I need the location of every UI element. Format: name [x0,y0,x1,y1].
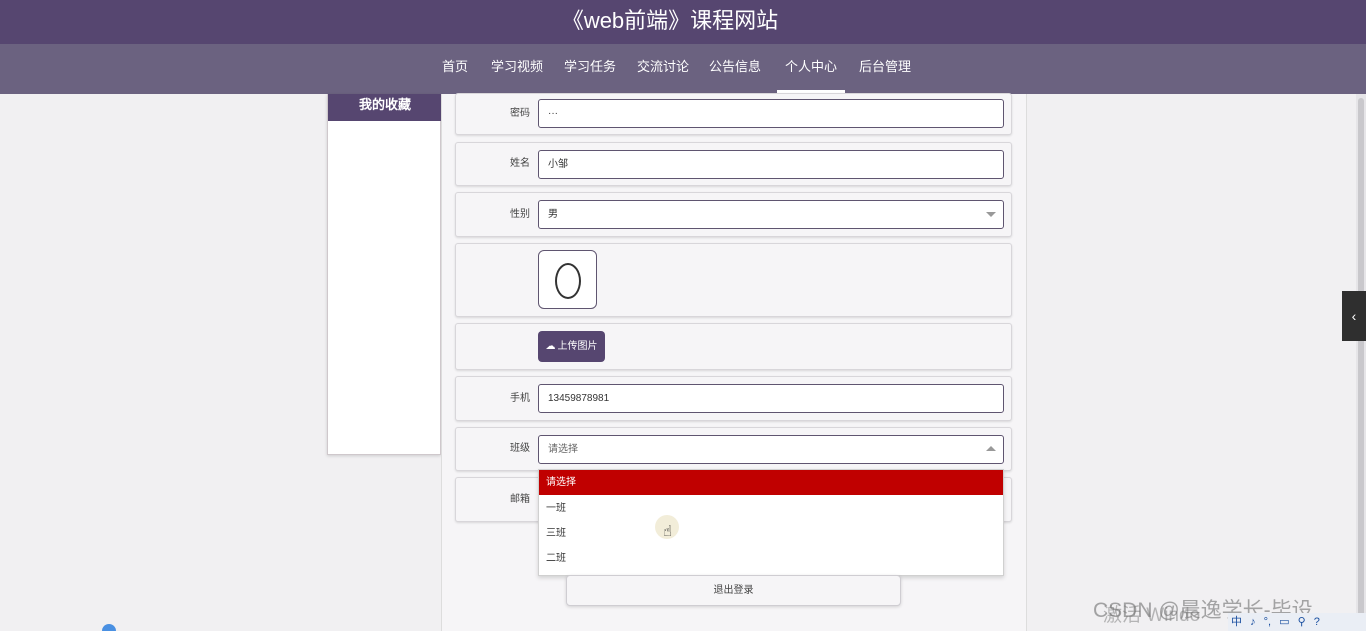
nav-item-admin[interactable]: 后台管理 [859,44,911,94]
password-field[interactable]: ··· [538,99,1004,128]
tray-item[interactable]: ⚲ [1298,616,1306,628]
sidebar-item-favorites[interactable]: 我的收藏 [328,94,442,121]
class-select[interactable]: 请选择 [538,435,1004,464]
tray-item[interactable]: ▭ [1279,616,1289,628]
class-option[interactable]: 一班 [539,496,1003,521]
chevron-down-icon [986,212,996,217]
scrollbar-thumb[interactable] [1358,98,1364,618]
nav-item-videos[interactable]: 学习视频 [491,44,543,94]
taskbar-dot-icon [102,624,116,631]
nav-item-announcements[interactable]: 公告信息 [709,44,761,94]
password-label: 密码 [510,108,530,119]
gender-select-value: 男 [548,209,558,220]
email-label: 邮箱 [510,494,530,505]
class-label: 班级 [510,443,530,454]
class-option[interactable]: 二班 [539,546,1003,571]
name-label: 姓名 [510,158,530,169]
system-tray: 中 ♪ °, ▭ ⚲ ? [1228,613,1366,631]
nav-item-discussion[interactable]: 交流讨论 [637,44,689,94]
avatar[interactable] [538,250,597,309]
class-select-value: 请选择 [548,444,578,455]
page-scrollbar[interactable] [1356,94,1366,631]
gender-label: 性别 [510,209,530,220]
java-logo-icon [555,263,581,299]
class-dropdown-list: 请选择 一班 三班 二班 [538,469,1004,576]
logout-button[interactable]: 退出登录 [566,575,901,606]
main-nav: 首页 学习视频 学习任务 交流讨论 公告信息 个人中心 后台管理 [0,44,1366,94]
chevron-left-icon[interactable]: ‹ [1342,291,1366,341]
tray-item[interactable]: 中 [1231,616,1242,628]
name-field[interactable]: 小邹 [538,150,1004,179]
hand-cursor-icon: ☝ [663,523,673,540]
phone-label: 手机 [510,393,530,404]
site-header: 《web前端》课程网站 [0,0,1366,44]
class-option[interactable]: 三班 [539,521,1003,546]
cloud-upload-icon: ☁ [545,341,556,352]
site-title: 《web前端》课程网站 [561,8,779,33]
nav-item-tasks[interactable]: 学习任务 [564,44,616,94]
nav-item-home[interactable]: 首页 [442,44,468,94]
upload-image-button[interactable]: ☁ 上传图片 [538,331,605,362]
nav-item-profile[interactable]: 个人中心 [776,44,846,94]
gender-select[interactable]: 男 [538,200,1004,229]
phone-field[interactable]: 13459878981 [538,384,1004,413]
upload-button-label: 上传图片 [557,341,598,352]
tray-item[interactable]: ? [1314,616,1320,628]
class-option[interactable]: 请选择 [539,470,1003,495]
profile-sidebar: 我的收藏 [327,94,442,455]
tray-item[interactable]: °, [1264,616,1271,628]
tray-item[interactable]: ♪ [1250,616,1256,628]
chevron-up-icon [986,446,996,451]
